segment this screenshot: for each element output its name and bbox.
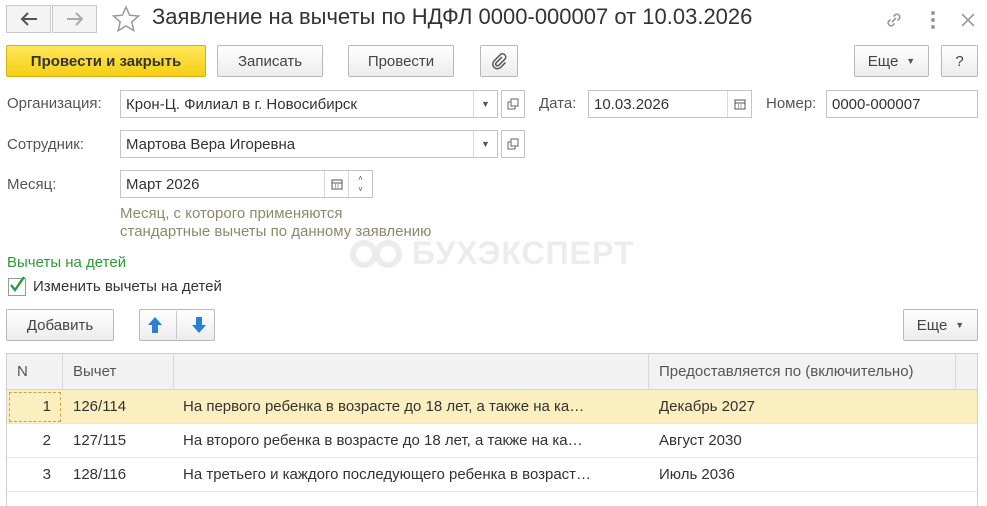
employee-label: Сотрудник: [7,136,85,153]
add-button[interactable]: Добавить [6,309,114,341]
date-label: Дата: [539,95,577,112]
row-until: Декабрь 2027 [659,398,756,415]
month-value: Март 2026 [126,175,200,193]
divider [173,354,174,390]
children-more-label: Еще [916,316,948,334]
move-up-icon[interactable] [147,316,163,334]
divider [176,311,178,339]
employee-open-button[interactable] [501,130,525,158]
chevron-down-icon: ▼ [955,320,965,330]
page-title: Заявление на вычеты по НДФЛ 0000-000007 … [152,4,753,29]
post-and-close-button[interactable]: Провести и закрыть [6,45,206,77]
row-number: 1 [42,398,51,415]
row-until: Август 2030 [659,432,742,449]
arrow-right-icon [66,12,83,26]
organization-field[interactable]: Крон-Ц. Филиал в г. Новосибирск ▼ [120,90,498,118]
help-button[interactable]: ? [941,45,978,77]
more-vertical-icon[interactable] [925,10,941,30]
organization-label: Организация: [7,95,102,112]
change-children-checkbox[interactable] [8,276,26,296]
calendar-icon[interactable] [727,91,751,117]
children-more-button[interactable]: Еще ▼ [903,309,978,341]
children-section-title: Вычеты на детей [7,254,127,271]
employee-value: Мартова Вера Игоревна [126,135,296,153]
divider [62,354,63,390]
spin-down-icon[interactable]: ˅ [358,184,363,195]
month-spinner[interactable]: ˄ ˅ [348,171,372,197]
open-window-icon [507,98,519,110]
favorite-star-icon[interactable] [111,5,141,33]
watermark-logo-icon [350,239,402,268]
checkmark-icon [10,276,25,293]
number-label: Номер: [766,95,817,112]
row-code: 126/114 [73,398,127,415]
row-number: 2 [42,432,51,449]
more-button-label: Еще [867,52,899,70]
link-icon[interactable] [884,10,904,30]
change-children-label[interactable]: Изменить вычеты на детей [33,278,222,295]
open-window-icon [507,138,519,150]
watermark: БУХЭКСПЕРТ [350,235,634,272]
table-header: N Вычет Предоставляется по (включительно… [7,354,977,390]
number-value: 0000-000007 [832,95,921,113]
chevron-down-icon[interactable]: ▼ [473,91,497,117]
row-until: Июль 2036 [659,466,735,483]
calendar-icon[interactable] [324,171,348,197]
row-number: 3 [42,466,51,483]
spin-up-icon[interactable]: ˄ [358,173,363,184]
month-hint-line1: Месяц, с которого применяются [120,205,343,222]
save-button[interactable]: Записать [217,45,323,77]
column-header-code[interactable]: Вычет [73,354,116,390]
chevron-down-icon: ▼ [906,56,916,66]
row-description: На первого ребенка в возрасте до 18 лет,… [183,398,585,415]
forward-button[interactable] [52,5,97,33]
date-value: 10.03.2026 [594,95,670,113]
arrow-left-icon [20,12,37,26]
move-down-icon[interactable] [191,316,207,334]
row-code: 127/115 [73,432,127,449]
row-code: 128/116 [73,466,127,483]
table-row[interactable]: 1 126/114 На первого ребенка в возрасте … [7,390,977,424]
chevron-down-icon[interactable]: ▼ [473,131,497,157]
row-description: На второго ребенка в возрасте до 18 лет,… [183,432,583,449]
divider [648,354,649,390]
month-label: Месяц: [7,176,57,193]
table-row[interactable]: 3 128/116 На третьего и каждого последую… [7,458,977,492]
column-header-until[interactable]: Предоставляется по (включительно) [659,354,914,390]
paperclip-icon [492,53,507,70]
move-buttons [139,309,215,341]
organization-value: Крон-Ц. Филиал в г. Новосибирск [126,95,357,113]
column-header-n[interactable]: N [17,354,28,390]
attach-button[interactable] [480,45,518,77]
employee-field[interactable]: Мартова Вера Игоревна ▼ [120,130,498,158]
post-button[interactable]: Провести [348,45,454,77]
date-field[interactable]: 10.03.2026 [588,90,752,118]
watermark-text: БУХЭКСПЕРТ [412,235,635,271]
more-button[interactable]: Еще ▼ [854,45,929,77]
table-row[interactable]: 2 127/115 На второго ребенка в возрасте … [7,424,977,458]
organization-open-button[interactable] [501,90,525,118]
deductions-table: N Вычет Предоставляется по (включительно… [6,353,978,506]
month-field[interactable]: Март 2026 ˄ ˅ [120,170,373,198]
back-button[interactable] [6,5,51,33]
close-icon[interactable] [960,12,976,28]
divider [955,354,956,390]
number-field[interactable]: 0000-000007 [826,90,978,118]
row-description: На третьего и каждого последующего ребен… [183,466,592,483]
